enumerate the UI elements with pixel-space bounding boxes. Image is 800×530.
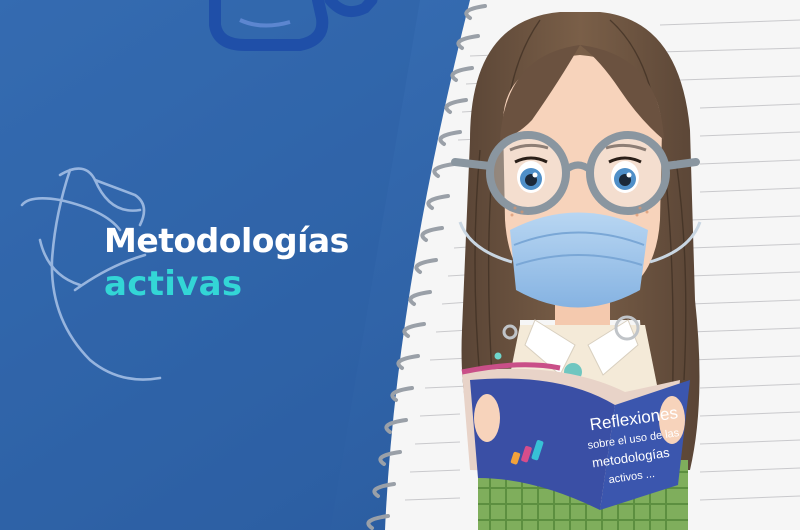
headline-line-1: Metodologías [104, 221, 349, 260]
headline-line-2: activas [104, 264, 243, 304]
headline: Metodologías activas [104, 224, 349, 301]
hero-banner: Reflexiones sobre el uso de las metodolo… [0, 0, 800, 530]
